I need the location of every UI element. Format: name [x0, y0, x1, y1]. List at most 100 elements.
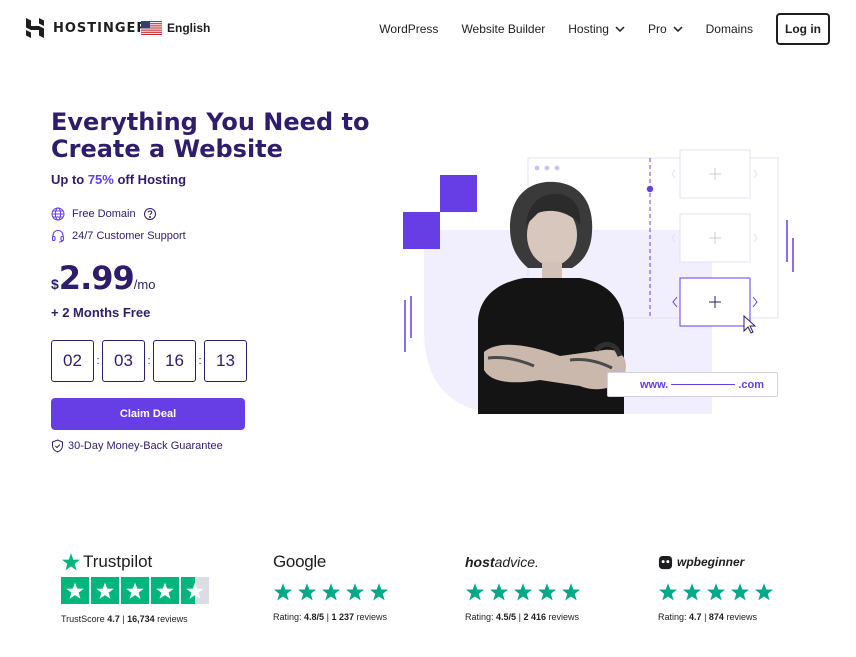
url-prefix: www.	[640, 378, 669, 391]
star-icon	[151, 577, 179, 604]
nav-hosting-label: Hosting	[568, 22, 609, 36]
star-icon	[731, 583, 749, 601]
headset-icon	[51, 229, 65, 243]
hostadvice-rating: Rating: 4.5/5 | 2 416 reviews	[465, 612, 581, 622]
nav-pro-label: Pro	[647, 22, 667, 36]
review-wpbeginner: wpbeginner Rating: 4.7 | 874 reviews	[658, 551, 774, 622]
hostadvice-score: 4.5/5	[496, 612, 517, 622]
globe-icon	[51, 207, 65, 221]
wpbeginner-logo-icon	[658, 555, 673, 569]
hostadvice-stars	[465, 582, 581, 602]
google-logo: Google	[273, 552, 327, 571]
language-label: English	[167, 21, 211, 35]
trustpilot-rating: TrustScore 4.7 | 16,734 reviews	[61, 614, 209, 624]
star-icon	[274, 583, 292, 601]
countdown-days: 02	[51, 340, 94, 382]
star-icon	[322, 583, 340, 601]
hostinger-logo[interactable]: HOSTINGER	[26, 18, 147, 38]
hostadvice-count: 2 416	[523, 612, 546, 622]
nav-wordpress-label: WordPress	[379, 22, 439, 36]
hostadvice-score-label: Rating:	[465, 612, 494, 622]
price-amount: 2.99	[58, 259, 135, 297]
domain-url-bar: www. .com	[607, 372, 778, 397]
nav-website-builder[interactable]: Website Builder	[461, 22, 545, 36]
wpbeginner-brand: wpbeginner	[677, 555, 745, 569]
wpbeginner-logo: wpbeginner	[658, 551, 774, 573]
nav-pro[interactable]: Pro	[648, 22, 683, 36]
price-currency: $	[51, 276, 59, 292]
star-icon	[346, 583, 364, 601]
shield-check-icon	[52, 439, 63, 453]
money-back-guarantee: 30-Day Money-Back Guarantee	[51, 439, 223, 453]
star-icon	[538, 583, 556, 601]
guide-dot	[646, 185, 654, 193]
trustpilot-count: 16,734	[127, 614, 155, 624]
review-hostadvice: host advice. Rating: 4.5/5 | 2 416 review…	[465, 551, 581, 622]
url-suffix: .com	[738, 378, 765, 391]
hostadvice-count-label: reviews	[548, 612, 579, 622]
review-google: Google Rating: 4.8/5 | 1 237 reviews	[273, 551, 389, 622]
countdown-hours: 03	[102, 340, 145, 382]
wpbeginner-score-label: Rating:	[658, 612, 687, 622]
promo-suffix: off Hosting	[113, 172, 187, 187]
trustpilot-stars	[61, 577, 209, 604]
main-nav: WordPress Website Builder Hosting Pro Do…	[379, 13, 830, 45]
wpbeginner-rating: Rating: 4.7 | 874 reviews	[658, 612, 774, 622]
claim-deal-button[interactable]: Claim Deal	[51, 398, 245, 430]
google-rating: Rating: 4.8/5 | 1 237 reviews	[273, 612, 389, 622]
countdown-seconds: 13	[204, 340, 247, 382]
feature-free-domain: Free Domain	[51, 207, 157, 221]
countdown-separator: :	[147, 355, 151, 367]
help-icon[interactable]	[143, 207, 157, 221]
star-icon	[298, 583, 316, 601]
promo-prefix: Up to	[51, 172, 88, 187]
promo-text: Up to 75% off Hosting	[51, 172, 186, 187]
nav-wordpress[interactable]: WordPress	[379, 22, 438, 36]
language-selector[interactable]: English	[141, 21, 210, 35]
site-header: HOSTINGER English WordPress Website Buil…	[0, 0, 856, 58]
star-icon	[755, 583, 773, 601]
trustpilot-score-label: TrustScore	[61, 614, 105, 624]
chevron-down-icon	[615, 26, 625, 32]
hostadvice-brand-light: advice.	[494, 554, 539, 570]
trustpilot-star-icon	[62, 553, 80, 571]
star-icon	[683, 583, 701, 601]
wpbeginner-count-label: reviews	[726, 612, 757, 622]
feature-support-label: 24/7 Customer Support	[72, 230, 186, 242]
review-trustpilot: Trustpilot TrustScore 4.7 | 16,734 revie…	[61, 551, 209, 624]
logo-text: HOSTINGER	[53, 20, 148, 36]
hostinger-logo-icon	[26, 18, 44, 38]
google-count-label: reviews	[356, 612, 387, 622]
us-flag-icon	[141, 21, 162, 35]
login-button[interactable]: Log in	[776, 13, 830, 45]
wpbeginner-count: 874	[708, 612, 724, 622]
wpbeginner-stars	[658, 582, 774, 602]
bonus-text: + 2 Months Free	[51, 305, 151, 320]
nav-hosting[interactable]: Hosting	[568, 22, 625, 36]
countdown-separator: :	[96, 355, 100, 367]
hostadvice-brand-bold: host	[465, 554, 495, 570]
person-photo	[478, 181, 626, 414]
star-icon	[514, 583, 532, 601]
price-period: /mo	[133, 277, 156, 292]
chevron-down-icon	[673, 26, 683, 32]
google-stars	[273, 582, 389, 602]
feature-free-domain-label: Free Domain	[72, 208, 136, 220]
nav-domains[interactable]: Domains	[706, 22, 753, 36]
hostadvice-logo: host advice.	[465, 551, 581, 573]
google-score: 4.8/5	[304, 612, 325, 622]
google-count: 1 237	[331, 612, 354, 622]
countdown-minutes: 16	[153, 340, 196, 382]
guarantee-label: 30-Day Money-Back Guarantee	[68, 440, 223, 452]
star-icon	[466, 583, 484, 601]
promo-discount: 75%	[87, 172, 114, 187]
countdown-timer: 02 : 03 : 16 : 13	[51, 340, 247, 382]
star-icon	[121, 577, 149, 604]
star-icon	[562, 583, 580, 601]
price-display: $ 2.99 /mo	[51, 259, 155, 297]
nav-website-builder-label: Website Builder	[461, 22, 546, 36]
star-icon	[659, 583, 677, 601]
star-icon	[490, 583, 508, 601]
trustpilot-score: 4.7	[107, 614, 120, 624]
purple-block-top	[440, 175, 477, 212]
